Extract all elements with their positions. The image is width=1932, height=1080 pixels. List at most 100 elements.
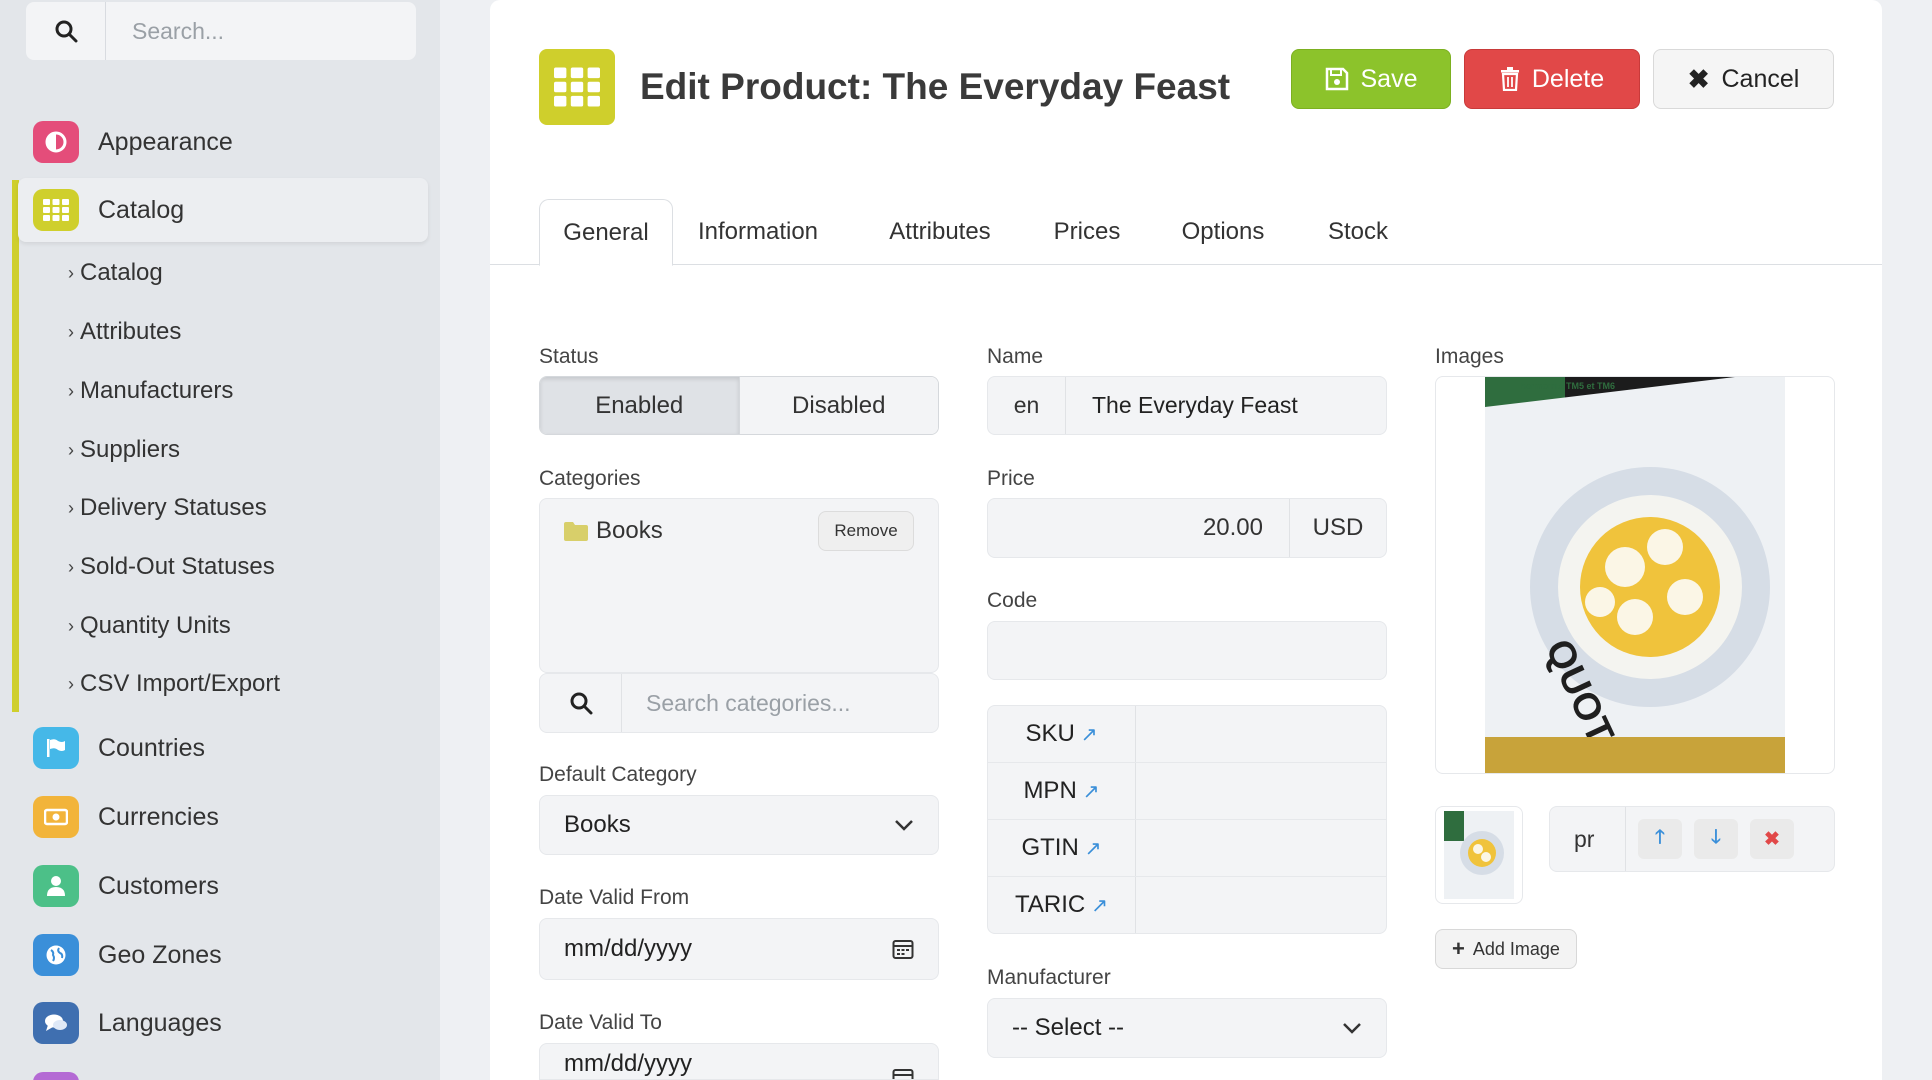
status-disabled-option[interactable]: Disabled: [739, 377, 938, 434]
arrow-up-icon: 🡑: [1655, 827, 1665, 848]
sidebar-item-appearance[interactable]: Appearance: [0, 110, 440, 174]
search-button[interactable]: [26, 2, 106, 60]
tab-bar: General Information Attributes Prices Op…: [490, 199, 1882, 266]
close-icon: ✖: [1764, 828, 1780, 850]
taric-lookup-link[interactable]: TARIC ↗: [988, 877, 1136, 933]
tab-options[interactable]: Options: [1170, 199, 1276, 265]
gtin-input[interactable]: [1136, 820, 1386, 876]
catalog-grid-icon: [33, 189, 79, 231]
tab-attributes[interactable]: Attributes: [875, 199, 1005, 265]
save-button[interactable]: Save: [1291, 49, 1451, 109]
sidebar-subitem-csv-import-export[interactable]: › CSV Import/Export: [68, 670, 280, 698]
status-toggle: Enabled Disabled: [539, 376, 939, 435]
sidebar-item-label: Appearance: [98, 127, 233, 156]
taric-row: TARIC ↗: [987, 876, 1387, 934]
gtin-lookup-link[interactable]: GTIN ↗: [988, 820, 1136, 876]
taric-input[interactable]: [1136, 877, 1386, 933]
sidebar-subitem-delivery-statuses[interactable]: › Delivery Statuses: [68, 494, 267, 522]
delete-button[interactable]: Delete: [1464, 49, 1640, 109]
status-enabled-option[interactable]: Enabled: [540, 377, 740, 434]
chat-icon: [33, 1002, 79, 1044]
chevron-right-icon: ›: [68, 439, 74, 460]
money-icon: [33, 796, 79, 838]
sku-label: SKU: [1025, 720, 1075, 747]
date-valid-to-label: Date Valid To: [539, 1011, 662, 1034]
remove-image-button[interactable]: ✖: [1750, 819, 1794, 859]
external-link-icon: ↗: [1084, 837, 1102, 860]
tab-information[interactable]: Information: [690, 199, 826, 265]
delete-label: Delete: [1531, 64, 1605, 93]
folder-icon: [564, 522, 588, 541]
cancel-button[interactable]: ✖ Cancel: [1653, 49, 1834, 109]
arrow-down-icon: 🡓: [1711, 827, 1721, 848]
search-input[interactable]: [106, 17, 406, 45]
tab-stock[interactable]: Stock: [1315, 199, 1401, 265]
chevron-right-icon: ›: [68, 262, 74, 283]
sidebar-subitem-catalog[interactable]: › Catalog: [68, 259, 163, 287]
sidebar-item-catalog[interactable]: Catalog: [18, 178, 428, 242]
remove-category-button[interactable]: Remove: [818, 511, 914, 551]
sidebar-subitem-suppliers[interactable]: › Suppliers: [68, 436, 180, 464]
chevron-right-icon: ›: [68, 321, 74, 342]
default-category-select[interactable]: Books: [539, 795, 939, 855]
product-image-thumbnail[interactable]: [1435, 806, 1523, 904]
external-link-icon: ↗: [1082, 780, 1100, 803]
calendar-icon: [892, 940, 914, 959]
sub-item-label: Delivery Statuses: [80, 494, 267, 521]
sub-item-label: CSV Import/Export: [80, 670, 281, 697]
name-input[interactable]: The Everyday Feast: [1066, 377, 1298, 434]
globe-icon: [33, 934, 79, 976]
price-field: 20.00 USD: [987, 498, 1387, 558]
sidebar-item-label: Countries: [98, 733, 205, 762]
next-sidebar-icon: [33, 1072, 79, 1080]
appearance-icon: [33, 121, 79, 163]
image-row: pr 🡑 🡓 ✖: [1549, 806, 1835, 872]
chevron-down-icon: [895, 820, 913, 831]
image-filename-input[interactable]: pr: [1550, 807, 1626, 871]
sidebar-item-label: Customers: [98, 871, 219, 900]
category-search-input[interactable]: Search categories...: [622, 690, 851, 717]
sidebar-item-geo-zones[interactable]: Geo Zones: [0, 923, 440, 987]
sidebar-item-currencies[interactable]: Currencies: [0, 785, 440, 849]
move-up-button[interactable]: 🡑: [1638, 819, 1682, 859]
active-section-indicator: [12, 180, 19, 712]
sidebar-item-countries[interactable]: Countries: [0, 716, 440, 780]
mpn-lookup-link[interactable]: MPN ↗: [988, 763, 1136, 819]
add-image-label: Add Image: [1472, 938, 1560, 959]
mpn-input[interactable]: [1136, 763, 1386, 819]
tab-prices[interactable]: Prices: [1043, 199, 1131, 265]
trash-icon: [1500, 67, 1519, 91]
sku-input[interactable]: [1136, 706, 1386, 762]
price-input[interactable]: 20.00: [988, 499, 1290, 557]
sidebar-subitem-sold-out-statuses[interactable]: › Sold-Out Statuses: [68, 553, 275, 581]
catalog-grid-icon: [539, 49, 615, 125]
sidebar-search: [26, 2, 416, 60]
sku-row: SKU ↗: [987, 705, 1387, 763]
move-down-button[interactable]: 🡓: [1694, 819, 1738, 859]
tab-general[interactable]: General: [539, 199, 673, 266]
add-image-button[interactable]: + Add Image: [1435, 929, 1577, 969]
sidebar-subitem-quantity-units[interactable]: › Quantity Units: [68, 612, 231, 640]
external-link-icon: ↗: [1080, 723, 1098, 746]
sku-lookup-link[interactable]: SKU ↗: [988, 706, 1136, 762]
date-valid-to-input[interactable]: mm/dd/yyyy: [539, 1043, 939, 1080]
sidebar-item-label: Currencies: [98, 802, 219, 831]
sidebar: Appearance Catalog ›Catalog ›Attributes …: [0, 0, 440, 1080]
product-main-image[interactable]: Thermomix TM5 et TM6 QUOTIDIEN: [1435, 376, 1835, 774]
code-input[interactable]: [987, 621, 1387, 680]
sidebar-item-label: Geo Zones: [98, 940, 222, 969]
plus-icon: +: [1452, 936, 1465, 961]
manufacturer-select[interactable]: -- Select --: [987, 998, 1387, 1058]
sidebar-subitem-manufacturers[interactable]: › Manufacturers: [68, 377, 233, 405]
default-category-value: Books: [564, 811, 631, 838]
manufacturer-value: -- Select --: [1012, 1014, 1125, 1041]
date-valid-from-input[interactable]: mm/dd/yyyy: [539, 918, 939, 980]
sidebar-subitem-attributes[interactable]: › Attributes: [68, 318, 181, 346]
category-search-button[interactable]: [540, 674, 622, 732]
page-title: Edit Product: The Everyday Feast: [640, 66, 1231, 107]
sidebar-item-languages[interactable]: Languages: [0, 991, 440, 1055]
sidebar-item-customers[interactable]: Customers: [0, 854, 440, 918]
book-cover-thumbnail: [1444, 811, 1514, 899]
cancel-label: Cancel: [1721, 64, 1800, 93]
chevron-right-icon: ›: [68, 615, 74, 636]
